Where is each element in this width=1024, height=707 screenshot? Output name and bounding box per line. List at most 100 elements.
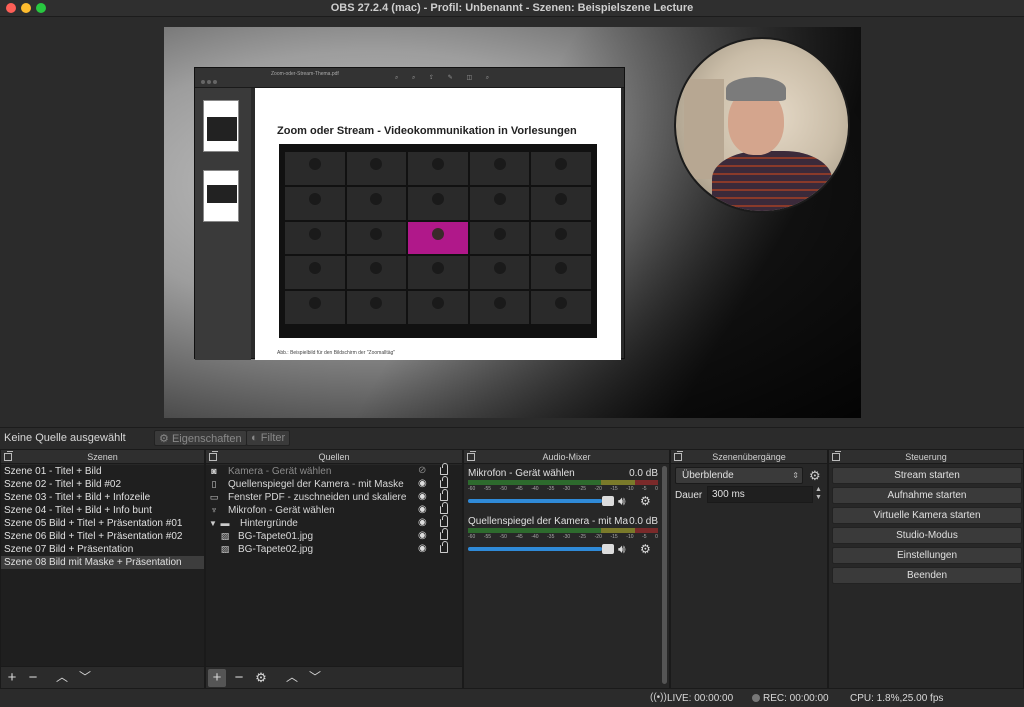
eye-icon[interactable]: ◉ — [418, 479, 427, 489]
gear-icon[interactable]: ⚙ — [809, 468, 821, 484]
scene-item[interactable]: Szene 02 - Titel + Bild #02 — [1, 478, 204, 491]
pdf-window-source[interactable]: Zoom-oder-Stream-Thema.pdf ⌕ ⌕ ⇪ ✎ ◫ ⌕ Z… — [194, 67, 625, 360]
speaker-icon[interactable]: 🔊︎ — [618, 542, 626, 557]
gear-icon[interactable]: ⚙ — [640, 542, 651, 556]
window-title: OBS 27.2.4 (mac) - Profil: Unbenannt - S… — [330, 2, 694, 14]
gear-icon[interactable]: ⚙ — [640, 494, 651, 508]
move-scene-down-button[interactable]: ﹀ — [76, 669, 94, 687]
image-icon: ▨ — [220, 544, 230, 554]
status-bar: ((•)) LIVE: 00:00:00 REC: 00:00:00 CPU: … — [0, 689, 1024, 707]
transitions-dock-title: Szenenübergänge — [712, 452, 786, 462]
lock-icon[interactable] — [440, 502, 448, 514]
controls-dock: Steuerung Stream starten Aufnahme starte… — [828, 449, 1024, 689]
broadcast-icon: ((•)) — [650, 692, 667, 703]
camera-mask-source[interactable] — [674, 37, 850, 213]
scene-item[interactable]: Szene 06 Bild + Titel + Präsentation #02 — [1, 530, 204, 543]
file-icon: ▯ — [211, 479, 217, 489]
volume-slider-handle[interactable] — [602, 544, 614, 554]
scene-item[interactable]: Szene 03 - Titel + Bild + Infozeile — [1, 491, 204, 504]
volume-slider-handle[interactable] — [602, 496, 614, 506]
remove-scene-button[interactable]: − — [24, 669, 42, 687]
eye-icon[interactable]: ◉ — [418, 544, 427, 554]
move-scene-up-button[interactable]: ︿ — [53, 669, 71, 687]
chevron-down-icon[interactable]: ▼ — [209, 517, 217, 530]
undock-icon[interactable] — [209, 451, 218, 461]
pdf-thumbnail-1 — [203, 100, 239, 152]
mixer-track: Quellenspiegel der Kamera - mit Mas 0.0 … — [464, 516, 662, 562]
source-properties-gear-icon[interactable]: ⚙ — [252, 669, 270, 687]
properties-button[interactable]: ⚙ Eigenschaften — [154, 430, 247, 446]
preview-canvas[interactable]: Zoom-oder-Stream-Thema.pdf ⌕ ⌕ ⇪ ✎ ◫ ⌕ Z… — [164, 27, 861, 418]
volume-slider[interactable] — [468, 496, 614, 506]
scene-item[interactable]: Szene 01 - Titel + Bild — [1, 465, 204, 478]
lock-icon[interactable] — [440, 476, 448, 488]
volume-meter — [468, 528, 658, 533]
start-stream-button[interactable]: Stream starten — [832, 467, 1022, 484]
scene-item[interactable]: Szene 07 Bild + Präsentation — [1, 543, 204, 556]
undock-icon[interactable] — [674, 451, 683, 461]
speaker-icon[interactable]: 🔊︎ — [618, 494, 626, 509]
eye-hidden-icon[interactable]: ⊘ — [418, 466, 426, 476]
lock-icon[interactable] — [440, 489, 448, 501]
chevron-updown-icon: ⇕ — [792, 471, 799, 480]
meter-ticks: -60 -55 -50 -45 -40 -35 -30 -25 -20 -15 -10 -5 0 — [468, 486, 658, 492]
lock-icon[interactable] — [440, 463, 448, 475]
eye-icon[interactable]: ◉ — [418, 505, 427, 515]
source-item[interactable]: ▯ Quellenspiegel der Kamera - mit Maske … — [206, 476, 462, 491]
undock-icon[interactable] — [4, 451, 13, 461]
lock-icon[interactable] — [440, 528, 448, 540]
remove-source-button[interactable]: − — [230, 669, 248, 687]
scene-item-selected[interactable]: Szene 08 Bild mit Maske + Präsentation — [1, 556, 204, 569]
exit-button[interactable]: Beenden — [832, 567, 1022, 584]
controls-dock-title: Steuerung — [905, 452, 947, 462]
folder-icon: ▬ — [220, 518, 230, 528]
source-item[interactable]: ▭ Fenster PDF - zuschneiden und skaliere… — [206, 489, 462, 504]
add-source-button[interactable]: + — [208, 669, 226, 687]
volume-meter — [468, 480, 658, 485]
mixer-track-db: 0.0 dB — [629, 516, 658, 527]
eye-icon[interactable]: ◉ — [418, 531, 427, 541]
pdf-page: Zoom oder Stream - Videokommunikation in… — [255, 88, 621, 360]
filter-button[interactable]: ◐ Filter — [246, 430, 291, 446]
source-list[interactable]: ◙ Kamera - Gerät wählen ⊘ ▯ Quellenspieg… — [206, 463, 462, 666]
window-icon: ▭ — [209, 492, 219, 502]
add-scene-button[interactable]: + — [3, 669, 21, 687]
source-item[interactable]: ◙ Kamera - Gerät wählen ⊘ — [206, 463, 462, 478]
source-item[interactable]: ♆ Mikrofon - Gerät wählen ◉ — [206, 502, 462, 517]
mixer-dock-title: Audio-Mixer — [542, 452, 591, 462]
image-icon: ▨ — [220, 531, 230, 541]
move-source-up-button[interactable]: ︿ — [283, 669, 301, 687]
title-bar: OBS 27.2.4 (mac) - Profil: Unbenannt - S… — [0, 0, 1024, 17]
source-item[interactable]: ▨ BG-Tapete02.jpg ◉ — [206, 541, 462, 556]
source-group[interactable]: ▼ ▬ Hintergründe ◉ — [206, 515, 462, 530]
studio-mode-button[interactable]: Studio-Modus — [832, 527, 1022, 544]
eye-icon[interactable]: ◉ — [418, 518, 427, 528]
scene-item[interactable]: Szene 05 Bild + Titel + Präsentation #01 — [1, 517, 204, 530]
source-toolbar: Keine Quelle ausgewählt ⚙ Eigenschaften … — [0, 427, 1024, 448]
mixer-scrollbar[interactable] — [662, 466, 667, 684]
settings-button[interactable]: Einstellungen — [832, 547, 1022, 564]
record-icon — [752, 694, 760, 702]
pdf-caption: Abb.: Beispielbild für den Bildschirm de… — [277, 350, 396, 356]
duration-stepper[interactable]: ▲ ▼ — [815, 486, 822, 502]
scene-item[interactable]: Szene 04 - Titel + Bild + Info bunt — [1, 504, 204, 517]
pdf-toolbar: Zoom-oder-Stream-Thema.pdf ⌕ ⌕ ⇪ ✎ ◫ ⌕ — [195, 68, 624, 88]
move-source-down-button[interactable]: ﹀ — [306, 669, 324, 687]
eye-icon[interactable]: ◉ — [418, 492, 427, 502]
undock-icon[interactable] — [832, 451, 841, 461]
undock-icon[interactable] — [467, 451, 476, 461]
lock-icon[interactable] — [440, 541, 448, 553]
preview-area[interactable]: Zoom-oder-Stream-Thema.pdf ⌕ ⌕ ⇪ ✎ ◫ ⌕ Z… — [0, 17, 1024, 427]
source-item[interactable]: ▨ BG-Tapete01.jpg ◉ — [206, 528, 462, 543]
scene-list[interactable]: Szene 01 - Titel + Bild Szene 02 - Titel… — [1, 465, 204, 666]
live-status: LIVE: 00:00:00 — [667, 693, 734, 704]
pdf-tool-icons: ⌕ ⌕ ⇪ ✎ ◫ ⌕ — [395, 75, 496, 81]
transition-select[interactable]: Überblende ⇕ — [675, 467, 803, 484]
start-recording-button[interactable]: Aufnahme starten — [832, 487, 1022, 504]
lock-icon[interactable] — [440, 515, 448, 527]
cpu-status: CPU: 1.8%,25.00 fps — [850, 693, 944, 704]
scene-transitions-dock: Szenenübergänge Überblende ⇕ ⚙ Dauer 300… — [670, 449, 828, 689]
start-virtual-camera-button[interactable]: Virtuelle Kamera starten — [832, 507, 1022, 524]
duration-input[interactable]: 300 ms — [707, 486, 813, 503]
volume-slider[interactable] — [468, 544, 614, 554]
